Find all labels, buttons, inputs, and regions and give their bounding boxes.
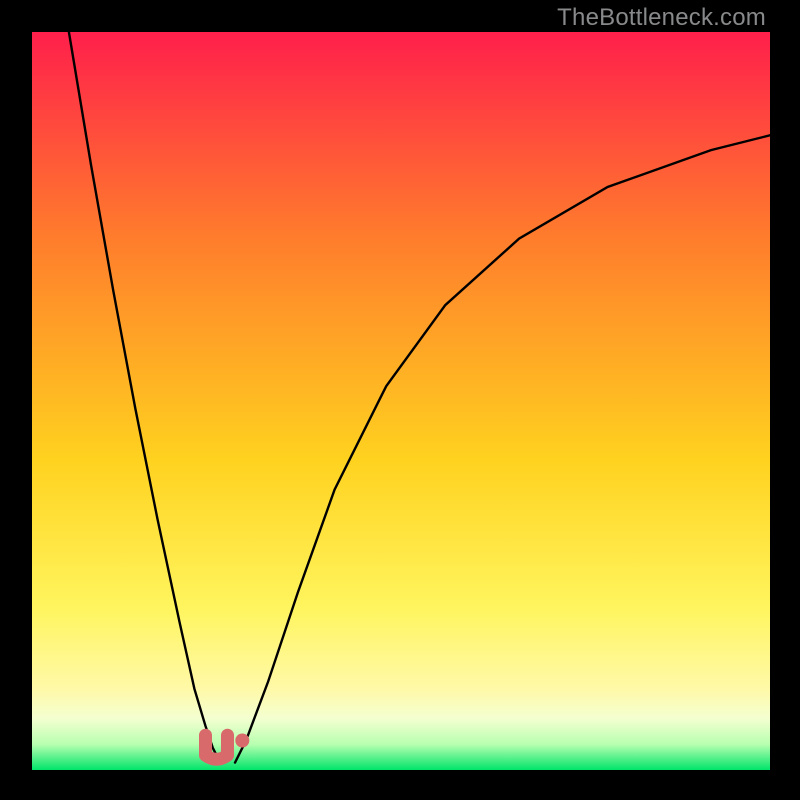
watermark-label: TheBottleneck.com <box>557 4 766 32</box>
marker-dot-icon <box>235 734 249 748</box>
curve-right-branch <box>235 135 770 762</box>
curve-left-branch <box>69 32 220 763</box>
bottleneck-curve <box>32 32 770 770</box>
outer-frame: TheBottleneck.com <box>0 0 800 800</box>
plot-area <box>32 32 770 770</box>
marker-u-icon <box>206 735 228 759</box>
